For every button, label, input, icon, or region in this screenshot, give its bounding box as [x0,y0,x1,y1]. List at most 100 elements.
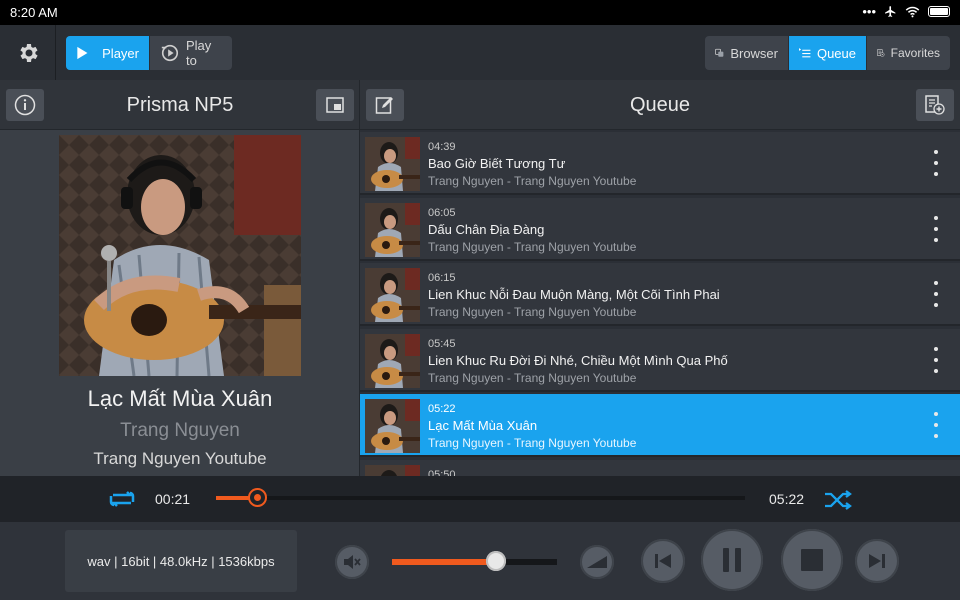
top-bar: Player Play to Browser Queue Favorites [0,25,960,80]
tab-player[interactable]: Player [66,36,149,70]
transport-controls: wav | 16bit | 48.0kHz | 1536kbps [0,522,960,600]
queue-icon [799,48,811,58]
queue-item-subtitle: Trang Nguyen - Trang Nguyen Youtube [428,370,637,385]
favorites-icon [877,49,885,57]
track-title: Lạc Mất Mùa Xuân [87,386,273,411]
stop-button[interactable] [781,529,843,591]
seek-bar-fill [216,496,250,500]
queue-item[interactable]: 06:05 Dấu Chân Địa Đàng Trang Nguyen - Tra… [360,197,960,261]
queue-item[interactable]: 05:45 Lien Khuc Ru Đời Đi Nhé, Chiều Một … [360,328,960,392]
window-icon [326,97,344,113]
queue-item[interactable]: 06:15 Lien Khuc Nỗi Đau Muộn Màng, Một Cõ… [360,263,960,326]
battery-icon [928,6,950,17]
queue-item-duration: 06:15 [428,272,456,284]
queue-item-thumbnail [365,333,420,388]
mute-button[interactable] [335,545,369,579]
tab-browser-label: Browser [730,45,778,61]
pause-button[interactable] [701,529,763,591]
seek-thumb[interactable] [248,488,267,507]
queue-item-thumbnail [365,137,420,191]
tab-play-to-label: Play to [185,38,212,68]
play-icon [77,46,88,60]
signal-dots: ••• [862,4,876,19]
more-options-icon[interactable] [930,412,942,438]
queue-item-thumbnail [365,202,420,257]
queue-item-title: Lien Khuc Ru Đời Đi Nhé, Chiều Một Mình … [428,352,728,368]
wifi-icon [905,6,920,17]
more-options-icon[interactable] [930,281,942,307]
next-button[interactable] [855,539,899,583]
add-to-playlist-button[interactable] [916,89,954,121]
status-bar: 8:20 AM ••• [0,0,960,25]
queue-item-thumbnail [365,464,420,476]
more-options-icon[interactable] [930,215,942,242]
queue-item-title: Lạc Mất Mùa Xuân [428,418,538,433]
queue-item-title: Bao Giờ Biết Tương Tư [428,156,566,171]
tab-play-to[interactable]: Play to [149,36,232,70]
queue-item-subtitle: Trang Nguyen - Trang Nguyen Youtube [428,436,637,450]
queue-item[interactable]: 05:50 [360,459,960,477]
queue-title: Queue [629,94,691,116]
more-options-icon[interactable] [930,150,942,176]
queue-header: Queue [360,80,960,130]
airplane-icon [885,6,896,17]
volume-slider[interactable] [392,551,557,571]
view-tabs: Browser Queue Favorites [705,36,950,70]
volume-fill [392,559,488,565]
previous-button[interactable] [641,539,685,583]
total-time: 05:22 [769,491,805,507]
tab-player-label: Player [102,45,139,61]
gear-icon [19,43,38,62]
now-playing-panel: Prisma NP5 Lạc Mất Mùa Xuân Trang Nguyen… [0,80,360,476]
queue-item-subtitle: Trang Nguyen - Trang Nguyen Youtube [428,305,637,319]
mode-tabs: Player Play to [66,36,232,70]
queue-panel: Queue 04:39 Bao Giờ Biết Tương Tư Trang Ng… [360,80,960,476]
add-to-playlist-icon [925,95,945,115]
repeat-icon [109,491,135,507]
seek-bar[interactable] [216,488,745,507]
tab-queue-label: Queue [816,45,856,61]
album-art [59,135,301,376]
queue-item-title: Dấu Chân Địa Đàng [428,221,545,237]
queue-item-subtitle: Trang Nguyen - Trang Nguyen Youtube [428,174,637,188]
queue-item-duration: 05:45 [428,337,456,350]
device-name: Prisma NP5 [126,94,234,116]
queue-item-subtitle: Trang Nguyen - Trang Nguyen Youtube [428,239,637,254]
queue-item-duration: 05:50 [428,468,456,477]
tab-browser[interactable]: Browser [705,36,788,70]
format-info: wav | 16bit | 48.0kHz | 1536kbps [65,530,297,592]
volume-thumb[interactable] [486,551,506,571]
more-options-icon[interactable] [930,346,942,373]
queue-item-duration: 06:05 [428,206,456,219]
volume-icon [587,556,607,568]
tab-queue[interactable]: Queue [788,36,866,70]
mute-icon [344,555,361,569]
queue-item-thumbnail [365,268,420,322]
queue-item-active[interactable]: 05:22 Lạc Mất Mùa Xuân Trang Nguyen - Tran… [360,394,960,457]
queue-item-duration: 04:39 [428,141,456,153]
progress-area: 00:21 05:22 [0,476,960,522]
next-icon [869,554,885,568]
shuffle-icon [825,490,852,510]
stop-icon [801,549,823,571]
volume-up-button[interactable] [580,545,614,579]
queue-item-thumbnail [365,399,420,453]
elapsed-time: 00:21 [155,491,191,507]
browser-icon [715,48,724,57]
track-album: Trang Nguyen Youtube [93,449,267,468]
shuffle-button[interactable] [823,489,853,516]
settings-button[interactable] [0,25,56,80]
window-button[interactable] [316,89,354,121]
queue-item[interactable]: 04:39 Bao Giờ Biết Tương Tư Trang Nguyen -… [360,132,960,195]
play-to-icon [161,44,179,62]
tab-favorites-label: Favorites [890,46,940,60]
track-artist: Trang Nguyen [120,420,240,441]
pause-icon [723,548,741,572]
queue-item-duration: 05:22 [428,403,456,415]
queue-item-title: Lien Khuc Nỗi Đau Muộn Màng, Một Cõi Tìn… [428,287,720,302]
repeat-button[interactable] [108,488,136,515]
tab-favorites[interactable]: Favorites [866,36,950,70]
status-time: 8:20 AM [10,5,58,20]
now-playing-header: Prisma NP5 [0,80,359,130]
previous-icon [655,554,671,568]
